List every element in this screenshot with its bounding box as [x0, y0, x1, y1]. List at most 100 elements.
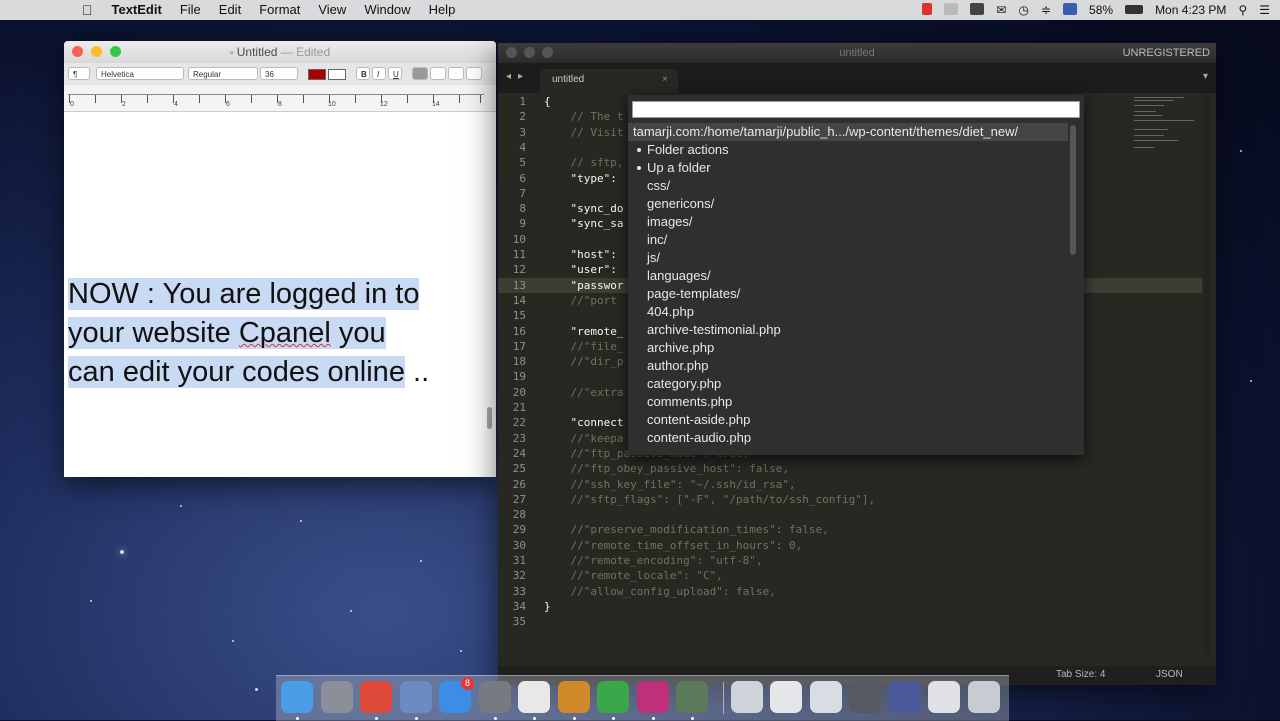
line-number: 16 [512, 324, 526, 338]
text-color-swatch[interactable] [308, 69, 326, 80]
underline-button[interactable]: U [388, 67, 402, 80]
quick-panel-item[interactable]: Folder actions [628, 141, 1068, 159]
textedit-titlebar[interactable]: ▫ Untitled — Edited [64, 41, 496, 63]
menu-app-name[interactable]: TextEdit [103, 0, 171, 20]
system-preferences-icon[interactable] [478, 681, 511, 713]
extra-status-icon[interactable] [938, 2, 964, 18]
font-style-select[interactable]: Regular [188, 67, 258, 80]
quick-panel-item[interactable]: content-audio.php [628, 429, 1068, 447]
zoom-button-icon[interactable] [542, 47, 553, 58]
align-justify-button[interactable] [466, 67, 482, 80]
time-machine-icon[interactable]: ◷ [1012, 3, 1034, 17]
sublime-text-icon[interactable] [557, 681, 590, 713]
italic-button[interactable]: I [372, 67, 386, 80]
editor-scrollbar[interactable] [1204, 95, 1210, 655]
tab-untitled[interactable]: untitled × [540, 69, 678, 93]
trash-icon[interactable] [967, 681, 1000, 713]
spotlight-search-icon[interactable]: ⚲ [1232, 3, 1253, 17]
tab-nav-right-icon[interactable]: ▸ [518, 71, 523, 82]
textedit-icon[interactable] [518, 681, 550, 713]
quick-panel-item[interactable]: 404.php [628, 303, 1068, 321]
vertical-scrollbar[interactable] [487, 407, 492, 429]
window-thumb-3-icon[interactable] [809, 681, 842, 713]
minimize-button-icon[interactable] [91, 46, 102, 57]
align-center-button[interactable] [430, 67, 446, 80]
green-app-icon[interactable] [597, 681, 629, 713]
finder-icon[interactable] [281, 681, 313, 713]
quick-panel-item[interactable]: comments.php [628, 393, 1068, 411]
quick-panel-input[interactable] [632, 101, 1080, 118]
minimize-button-icon[interactable] [524, 47, 535, 58]
quick-panel-item[interactable]: archive.php [628, 339, 1068, 357]
syntax-indicator[interactable]: JSON [1156, 669, 1183, 680]
chrome-icon[interactable] [360, 681, 392, 713]
window-thumb-1-icon[interactable] [730, 681, 763, 713]
tab-nav-left-icon[interactable]: ◂ [506, 71, 511, 82]
quick-panel-item[interactable]: Up a folder [628, 159, 1068, 177]
ruler-number: 12 [380, 101, 388, 108]
recording-icon[interactable] [916, 2, 938, 18]
photo-app-icon[interactable] [676, 681, 708, 713]
code-line: //"allow_config_upload": false, [544, 584, 776, 598]
clock[interactable]: Mon 4:23 PM [1149, 3, 1232, 17]
paragraph-style-select[interactable]: ¶ [68, 67, 90, 80]
quick-panel-item[interactable]: archive-testimonial.php [628, 321, 1068, 339]
font-size-select[interactable]: 36 [260, 67, 298, 80]
window-title: Untitled [236, 45, 278, 59]
tab-menu-chevron-down-icon[interactable]: ▾ [1203, 71, 1208, 82]
pink-app-icon[interactable] [636, 681, 669, 713]
code-line: //"preserve_modification_times": false, [544, 523, 829, 537]
window-thumb-5-icon[interactable] [888, 681, 921, 713]
code-line: //"ftp_obey_passive_host": false, [544, 462, 790, 476]
highlight-color-swatch[interactable] [328, 69, 346, 80]
launchpad-icon[interactable] [320, 681, 353, 713]
textedit-window: ▫ Untitled — Edited ¶ Helvetica Regular … [64, 41, 496, 477]
font-family-select[interactable]: Helvetica [96, 67, 184, 80]
battery-icon[interactable] [1119, 3, 1149, 17]
menu-format[interactable]: Format [250, 0, 309, 20]
quick-panel-item[interactable]: js/ [628, 249, 1068, 267]
quick-panel-item[interactable]: tamarji.com:/home/tamarji/public_h.../wp… [628, 123, 1068, 141]
zoom-button-icon[interactable] [110, 46, 121, 57]
window-thumb-6-icon[interactable] [928, 681, 960, 713]
menu-view[interactable]: View [309, 0, 355, 20]
close-button-icon[interactable] [72, 46, 83, 57]
window-thumb-4-icon[interactable] [849, 681, 881, 713]
document-text-area[interactable]: NOW : You are logged in to your website … [68, 275, 478, 392]
display-icon[interactable] [964, 2, 990, 18]
code-line: "sync_do [544, 202, 624, 216]
window-thumb-2-icon[interactable] [770, 681, 802, 713]
quick-panel-item[interactable]: category.php [628, 375, 1068, 393]
align-left-button[interactable] [412, 67, 428, 80]
align-right-button[interactable] [448, 67, 464, 80]
sublime-titlebar[interactable]: untitled UNREGISTERED [498, 43, 1216, 63]
tab-size-indicator[interactable]: Tab Size: 4 [1056, 669, 1105, 680]
quick-panel-item[interactable]: languages/ [628, 267, 1068, 285]
menu-file[interactable]: File [171, 0, 210, 20]
quick-panel-item[interactable]: images/ [628, 213, 1068, 231]
flag-icon[interactable] [1057, 2, 1083, 18]
minimap[interactable] [1134, 95, 1194, 155]
quick-panel-item[interactable]: author.php [628, 357, 1068, 375]
notification-center-icon[interactable]: ☰ [1253, 3, 1280, 17]
bold-button[interactable]: B [356, 67, 370, 80]
quick-panel-item[interactable]: page-templates/ [628, 285, 1068, 303]
wifi-icon[interactable]: ≑ [1035, 3, 1057, 17]
quick-panel-item[interactable]: css/ [628, 177, 1068, 195]
tab-close-icon[interactable]: × [662, 69, 668, 91]
quick-panel-item[interactable]: inc/ [628, 231, 1068, 249]
quick-panel-item[interactable]: genericons/ [628, 195, 1068, 213]
apple-menu-icon[interactable]:  [0, 0, 103, 20]
menu-window[interactable]: Window [355, 0, 419, 20]
close-button-icon[interactable] [506, 47, 517, 58]
edited-status[interactable]: — Edited [281, 45, 330, 59]
line-number: 32 [512, 569, 526, 583]
preview-icon[interactable] [399, 681, 432, 713]
menu-help[interactable]: Help [420, 0, 465, 20]
ruler[interactable]: 0 2 4 6 8 10 12 14 [64, 85, 496, 112]
mail-icon[interactable]: ✉ [990, 3, 1012, 17]
menu-edit[interactable]: Edit [210, 0, 250, 20]
battery-percent[interactable]: 58% [1083, 3, 1119, 17]
quick-panel-item[interactable]: content-aside.php [628, 411, 1068, 429]
quick-panel-scrollbar[interactable] [1070, 125, 1076, 255]
